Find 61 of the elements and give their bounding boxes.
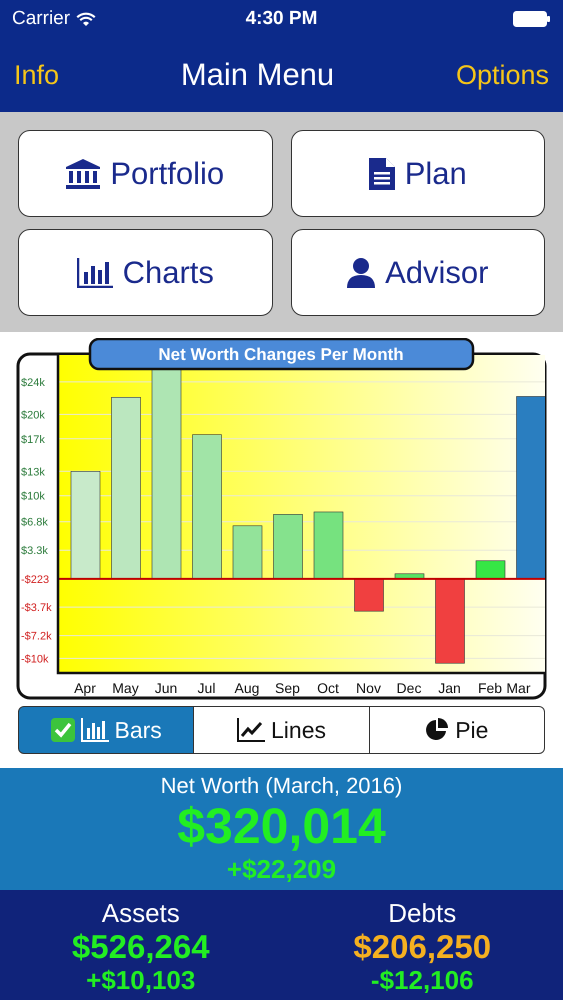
axis-tick-label: -$3.7k <box>21 602 52 614</box>
info-link[interactable]: Info <box>14 60 60 90</box>
menu-button[interactable]: Plan <box>290 130 545 217</box>
total-label: Debts <box>388 898 456 929</box>
total-change: -$12,106 <box>370 965 474 996</box>
axis-category-label: Nov <box>356 680 381 696</box>
bar <box>314 512 344 580</box>
axis-tick-label: $6.8k <box>21 516 48 529</box>
axis-category-label: Oct <box>317 680 339 696</box>
nav-title: Main Menu <box>180 57 334 93</box>
total-value: $206,250 <box>353 929 492 966</box>
bar <box>273 514 303 580</box>
axis-category-label: Aug <box>234 680 260 696</box>
bar <box>232 526 262 580</box>
axis-tick-label: -$7.2k <box>21 630 52 643</box>
bar <box>476 560 506 580</box>
menu-button[interactable]: Advisor <box>290 229 545 316</box>
options-link[interactable]: Options <box>456 60 549 90</box>
menu-button[interactable]: Charts <box>18 229 272 316</box>
axis-tick-label: -$10k <box>21 653 49 666</box>
chart-type-tab[interactable]: Pie <box>370 706 545 754</box>
wifi-icon <box>76 12 96 26</box>
bar-chart-icon <box>80 718 109 742</box>
person-icon <box>347 258 376 288</box>
axis-category-label: Jul <box>198 680 216 696</box>
axis-category-label: Jan <box>438 680 461 696</box>
bar <box>394 573 424 580</box>
axis-category-label: Mar <box>506 680 530 696</box>
battery-icon <box>513 11 551 27</box>
axis-category-label: Apr <box>74 680 96 696</box>
document-icon <box>368 158 395 190</box>
bar <box>354 578 384 612</box>
axis-category-label: Dec <box>396 680 422 696</box>
line-chart-icon <box>237 718 265 742</box>
axis-category-label: Feb <box>478 680 502 696</box>
axis-tick-label: $3.3k <box>21 545 48 558</box>
axis-tick-label: $20k <box>21 409 45 422</box>
bar-chart-icon <box>76 258 113 288</box>
pie-chart-icon <box>425 718 450 742</box>
axis-category-label: May <box>112 680 139 696</box>
axis-tick-label: $10k <box>21 490 45 503</box>
chart-type-tab[interactable]: Lines <box>194 706 370 754</box>
carrier-label: Carrier <box>12 8 70 30</box>
axis-tick-label: $17k <box>21 434 45 446</box>
chart-type-tab[interactable]: Bars <box>18 706 194 754</box>
bank-icon <box>66 158 100 188</box>
chart-title: Net Worth Changes Per Month <box>158 345 404 364</box>
total-value: $526,264 <box>72 929 210 966</box>
net-worth-value: $320,014 <box>177 799 386 854</box>
menu-button[interactable]: Portfolio <box>18 130 272 217</box>
axis-category-label: Jun <box>154 680 178 696</box>
axis-tick-label: -$223 <box>21 574 50 586</box>
check-icon <box>50 718 75 742</box>
axis-tick-label: $13k <box>21 466 45 478</box>
total-label: Assets <box>102 898 180 929</box>
net-worth-change: +$22,209 <box>226 854 336 885</box>
status-time: 4:30 PM <box>246 8 318 30</box>
total-change: +$10,103 <box>86 965 196 996</box>
axis-category-label: Sep <box>275 680 300 696</box>
axis-tick-label: $24k <box>21 376 45 389</box>
net-worth-label: Net Worth (March, 2016) <box>160 773 402 799</box>
